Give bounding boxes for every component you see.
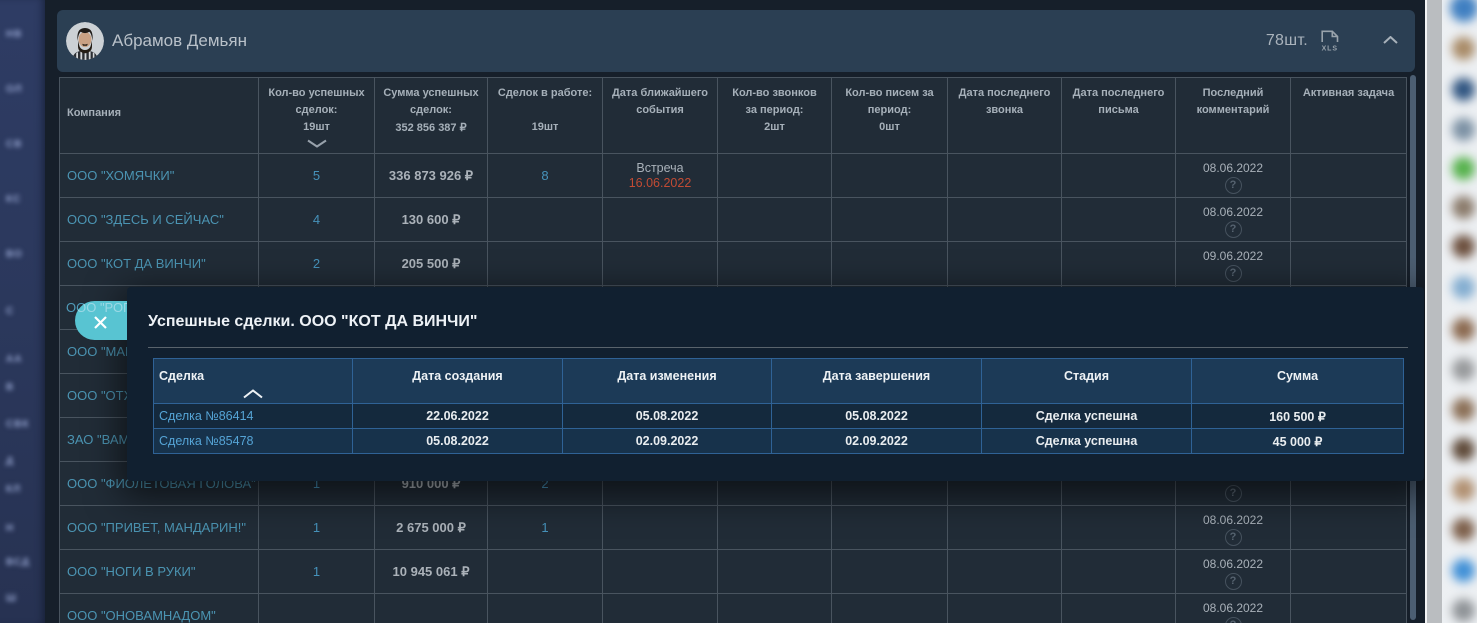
svg-text:XLS: XLS xyxy=(1322,45,1338,51)
